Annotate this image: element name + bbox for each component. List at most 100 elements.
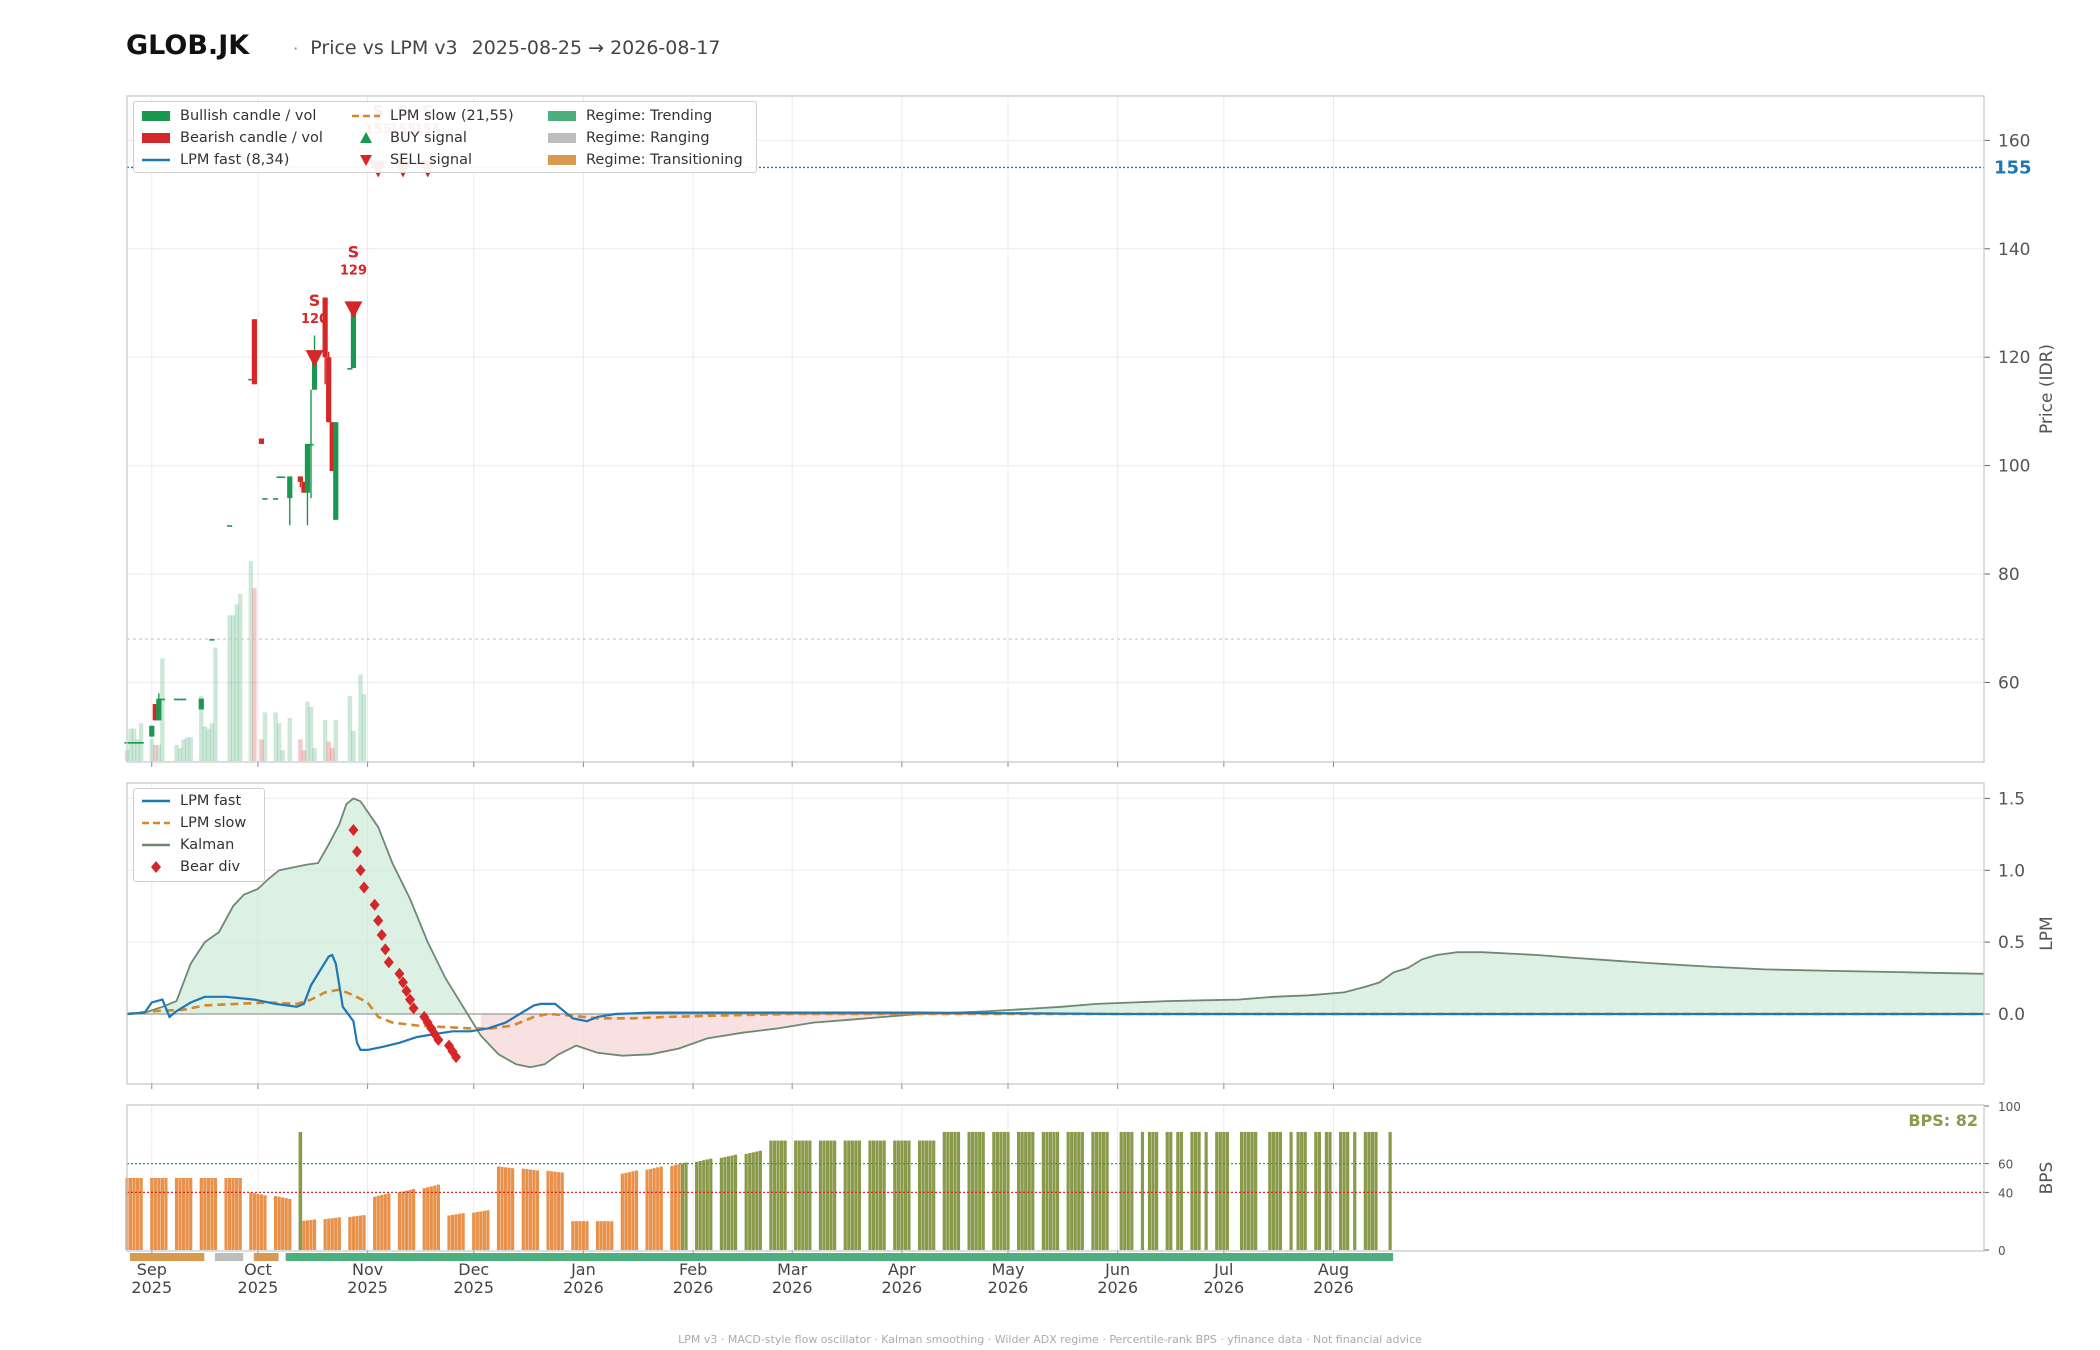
bps-bar	[698, 1161, 702, 1250]
bps-bar	[723, 1157, 727, 1250]
line-icon	[142, 799, 170, 803]
bps-bar	[1300, 1131, 1304, 1250]
bps-bar	[801, 1140, 805, 1250]
legend-item-transitioning: Regime: Transitioning	[546, 150, 743, 170]
bps-bar	[1066, 1131, 1070, 1250]
bps-bar	[461, 1213, 465, 1250]
bps-bar	[231, 1178, 235, 1250]
bps-bar	[610, 1221, 614, 1250]
x-axis-month-label: Jul	[1213, 1260, 1233, 1279]
bps-bar	[946, 1131, 950, 1250]
bps-bar	[472, 1212, 476, 1250]
sell-signal-letter: S	[309, 291, 321, 310]
legend-label: Bullish candle / vol	[180, 108, 317, 124]
bps-bar	[1179, 1131, 1183, 1250]
bps-bar	[549, 1171, 554, 1250]
sell-signal-marker	[344, 301, 363, 319]
bps-bar	[606, 1221, 610, 1250]
x-axis-month-label: Jan	[570, 1260, 596, 1279]
bps-bar	[1027, 1131, 1031, 1250]
bps-bar	[1388, 1131, 1392, 1250]
sell-signal-letter: S	[348, 242, 360, 261]
bps-bar	[525, 1169, 529, 1250]
legend-label: LPM fast	[180, 793, 242, 809]
bps-bar	[882, 1140, 886, 1250]
bps-bar	[645, 1169, 649, 1250]
bps-bar	[1140, 1131, 1145, 1250]
bps-bar	[695, 1161, 699, 1250]
bps-bar	[447, 1215, 451, 1250]
legend-label: Bearish candle / vol	[180, 130, 323, 146]
bps-bar	[411, 1188, 416, 1250]
legend-label: LPM slow (21,55)	[390, 108, 514, 124]
candle-body	[209, 639, 215, 641]
volume-bar	[312, 748, 317, 761]
candle-body	[333, 422, 339, 520]
bps-bar	[599, 1221, 603, 1250]
legend-label: Regime: Transitioning	[586, 152, 743, 168]
bps-bar	[376, 1195, 380, 1250]
price-tick-label: 80	[1998, 565, 2020, 585]
bps-bar	[956, 1131, 961, 1250]
x-axis-month-label: May	[991, 1260, 1024, 1279]
legend-item-buy: BUY signal	[350, 128, 467, 148]
bps-bar	[203, 1178, 207, 1250]
sell-signal-price: 129	[340, 263, 367, 278]
bps-bar	[949, 1131, 953, 1250]
bps-bar	[521, 1168, 525, 1250]
bps-bar	[595, 1221, 600, 1250]
bps-bar	[1052, 1131, 1056, 1250]
bps-tick-label: 100	[1998, 1100, 2021, 1114]
volume-bar	[361, 694, 367, 761]
bps-bar	[1363, 1131, 1367, 1250]
bps-bar	[585, 1221, 589, 1250]
price-tick-label: 160	[1998, 131, 2030, 151]
bps-bar	[355, 1216, 359, 1250]
bps-bar	[953, 1131, 957, 1250]
bps-bar	[779, 1140, 784, 1250]
bps-bar	[1225, 1131, 1229, 1250]
bps-bar	[1017, 1131, 1021, 1250]
x-axis-month-label: Nov	[352, 1260, 383, 1279]
chart-canvas: 120S129S155S155S155S6080100120140160155P…	[124, 95, 2057, 1297]
bps-bar	[1353, 1131, 1357, 1250]
candle-body	[350, 313, 357, 369]
volume-bar	[252, 588, 257, 761]
bps-bar	[235, 1178, 239, 1250]
bps-bar	[1246, 1131, 1251, 1250]
volume-bar	[213, 647, 218, 761]
bps-bar	[238, 1178, 242, 1250]
bps-bar	[1045, 1131, 1049, 1250]
bps-bar	[1098, 1131, 1102, 1250]
candle-body	[322, 297, 328, 358]
volume-bar	[280, 750, 285, 761]
bps-bar	[1222, 1131, 1226, 1250]
x-axis-year-label: 2026	[563, 1278, 604, 1297]
bps-bar	[185, 1178, 189, 1250]
price-tick-label: 60	[1998, 673, 2020, 693]
bps-bar	[323, 1219, 327, 1250]
bps-bar	[373, 1196, 377, 1250]
bps-bar	[833, 1140, 837, 1250]
volume-bar	[188, 737, 193, 761]
dashed-line-icon	[142, 821, 170, 825]
x-axis-year-label: 2026	[1203, 1278, 1244, 1297]
bps-bar	[1342, 1131, 1346, 1250]
bps-bar	[182, 1178, 186, 1250]
bps-bar	[503, 1167, 508, 1250]
bps-bar	[868, 1140, 872, 1250]
bps-bar	[1101, 1131, 1106, 1250]
lpm-tick-label: 1.5	[1998, 789, 2025, 809]
bps-bar	[659, 1166, 663, 1250]
bps-bar	[818, 1140, 823, 1250]
bps-bar	[532, 1169, 536, 1250]
price-panel-frame	[126, 95, 1985, 763]
legend-label: Regime: Ranging	[586, 130, 710, 146]
legend-label: LPM fast (8,34)	[180, 152, 290, 168]
bps-bar	[1370, 1131, 1375, 1250]
bps-bar	[1165, 1131, 1169, 1250]
bps-bar	[1190, 1131, 1194, 1250]
bps-bar	[755, 1151, 759, 1250]
candle-body	[304, 443, 311, 493]
candle-body	[262, 498, 268, 500]
